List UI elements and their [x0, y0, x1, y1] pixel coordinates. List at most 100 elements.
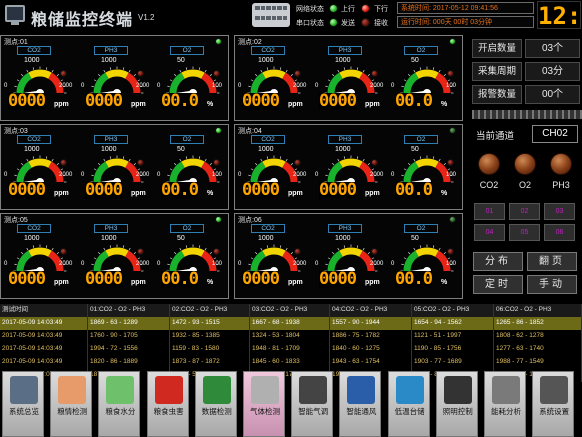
gauge-unit: ppm: [54, 101, 69, 108]
nav-label: 气体检测: [250, 407, 280, 416]
nav-button-lamp[interactable]: 照明控制: [435, 371, 478, 437]
lamp-icon: [443, 376, 472, 404]
gauge-readout: 00.0: [161, 91, 199, 111]
gauge-min-tick: 0: [4, 83, 8, 89]
timer-button[interactable]: 定时: [473, 275, 523, 294]
gauge-unit: ppm: [131, 190, 146, 197]
nav-button-gas[interactable]: 气体检测: [243, 371, 285, 437]
gauge-min-tick: 0: [315, 83, 319, 89]
station-grid: 测点:01 CO2 1000 0 2000 0000 ppm PH3 1000 0 2000 0000…: [0, 35, 466, 303]
station-panel[interactable]: 测点:01 CO2 1000 0 2000 0000 ppm PH3 1000 0 2000 0000…: [0, 35, 229, 121]
gauge-readout: 00.0: [161, 269, 199, 289]
reading-cell: 1277 - 63 - 1740: [494, 343, 582, 356]
gauge-min-tick: 0: [391, 83, 395, 89]
channel-button-01[interactable]: 01: [474, 203, 505, 220]
nav-button-window[interactable]: 智能通风: [339, 371, 382, 437]
reading-cell: 1667 - 68 - 1938: [250, 317, 330, 330]
station-panel[interactable]: 测点:05 CO2 1000 0 2000 0000 ppm PH3 1000 0 2000 0000…: [0, 213, 229, 299]
gauge-o2: O2 50 0 100 00.0%: [391, 223, 463, 299]
gauge-ph3: PH3 1000 0 2000 0000 ppm: [315, 45, 387, 121]
gauge-max-tick: 2000: [136, 172, 150, 178]
nav-button-snowflake[interactable]: 低温台储: [387, 371, 430, 437]
station-panel[interactable]: 测点:06 CO2 1000 0 2000 0000 ppm PH3 1000 0 2000 0000…: [234, 213, 463, 299]
table-row[interactable]: 2017-05-09 14:03:49 1994 - 72 - 1556 1159 …: [0, 343, 582, 356]
alarm-value[interactable]: 00个: [525, 85, 580, 104]
nav-button-gear[interactable]: 系统设置: [532, 371, 575, 437]
gauge-min-tick: 0: [315, 172, 319, 178]
page-turn-button[interactable]: 翻页: [527, 252, 577, 271]
gauge-ph3: PH3 1000 0 2000 0000 ppm: [315, 223, 387, 299]
gauge-ph3: PH3 1000 0 2000 0000 ppm: [81, 134, 153, 210]
gauge-alarm-led: [447, 159, 454, 166]
keyboard-icon[interactable]: [252, 3, 290, 27]
gauge-co2: CO2 1000 0 2000 0000 ppm: [238, 134, 310, 210]
energy-icon: [492, 376, 520, 404]
table-row[interactable]: 2017-05-09 14:03:49 1869 - 63 - 1289 1472 …: [0, 317, 582, 330]
run-time-label: 运行时间:: [401, 19, 431, 26]
reading-cell: 1159 - 83 - 1580: [170, 343, 250, 356]
lamp-label-co2: CO2: [479, 180, 499, 190]
gauge-unit: ppm: [365, 101, 380, 108]
nav-button-ladybug[interactable]: 粮食虫害: [146, 371, 189, 437]
channel-button-03[interactable]: 03: [544, 203, 575, 220]
gauge-max-tick: 100: [212, 172, 223, 178]
gauge-min-tick: 0: [238, 172, 242, 178]
reading-cell: 03:CO2 - O2 - PH3: [250, 304, 330, 317]
gauge-readout: 0000: [8, 91, 46, 111]
gauge-readout: 0000: [242, 91, 280, 111]
history-table: 测试时间 01:CO2 - O2 - PH3 02:CO2 - O2 - PH3 03…: [0, 304, 582, 382]
gauge-ph3: PH3 1000 0 2000 0000 ppm: [81, 223, 153, 299]
send-label: 发送: [341, 20, 355, 27]
table-header[interactable]: 测试时间 01:CO2 - O2 - PH3 02:CO2 - O2 - PH3 03…: [0, 304, 582, 317]
nav-label: 粮食水分: [105, 407, 136, 416]
reading-cell: 1324 - 53 - 1804: [250, 330, 330, 343]
current-channel-label: 当前通道: [476, 131, 515, 142]
nav-button-thermometer[interactable]: 粮情检测: [50, 371, 93, 437]
station-panel[interactable]: 测点:03 CO2 1000 0 2000 0000 ppm PH3 1000 0 2000 0000…: [0, 124, 229, 210]
station-panel[interactable]: 测点:04 CO2 1000 0 2000 0000 ppm PH3 1000 0 2000 0000…: [234, 124, 463, 210]
gauge-max-tick: 2000: [136, 261, 150, 267]
gauge-alarm-led: [213, 159, 220, 166]
gauge-min-tick: 0: [391, 261, 395, 267]
gauge-readout: 0000: [85, 269, 123, 289]
gauge-unit: %: [207, 190, 214, 197]
current-channel-value: CH02: [532, 125, 578, 143]
nav-button-test-tube[interactable]: 粮食水分: [98, 371, 141, 437]
time-cell: 测试时间: [0, 304, 88, 317]
nav-button-fan[interactable]: 智能气调: [291, 371, 334, 437]
gauge-readout: 0000: [319, 180, 357, 200]
nav-label: 系统总览: [9, 407, 39, 416]
reading-cell: 1873 - 87 - 1872: [170, 356, 250, 369]
gauge-min-tick: 0: [81, 83, 85, 89]
gauge-min-tick: 0: [238, 261, 242, 267]
digital-clock: 12:3: [537, 1, 582, 30]
reading-cell: 1557 - 90 - 1944: [330, 317, 412, 330]
open-count-value[interactable]: 03个: [525, 39, 580, 58]
gauge-min-tick: 0: [157, 172, 161, 178]
gauge-readout: 00.0: [395, 269, 433, 289]
time-cell: 2017-05-09 14:03:49: [0, 343, 88, 356]
nav-button-radar[interactable]: 数据检测: [194, 371, 237, 437]
channel-button-04[interactable]: 04: [474, 224, 505, 241]
gauge-unit: ppm: [54, 279, 69, 286]
gauge-max-tick: 2000: [293, 83, 307, 89]
app-title: 粮储监控终端: [31, 12, 134, 29]
gauge-o2: O2 50 0 100 00.0%: [157, 223, 229, 299]
receive-label: 接收: [374, 20, 388, 27]
table-row[interactable]: 2017-05-09 14:03:49 1760 - 90 - 1705 1932 …: [0, 330, 582, 343]
station-panel[interactable]: 测点:02 CO2 1000 0 2000 0000 ppm PH3 1000 0 2000 0000…: [234, 35, 463, 121]
co2-alarm-lamp-icon: [478, 153, 500, 175]
period-value[interactable]: 03分: [525, 62, 580, 81]
channel-button-05[interactable]: 05: [509, 224, 540, 241]
reading-cell: 1988 - 77 - 1549: [494, 356, 582, 369]
table-row[interactable]: 2017-05-09 14:03:49 1820 - 86 - 1889 1873 …: [0, 356, 582, 369]
channel-button-02[interactable]: 02: [509, 203, 540, 220]
distribution-button[interactable]: 分布: [473, 252, 523, 271]
nav-button-energy[interactable]: 能耗分析: [484, 371, 526, 437]
manual-button[interactable]: 手动: [527, 275, 577, 294]
system-time-label: 系统时间:: [401, 5, 431, 12]
station-online-led: [449, 127, 456, 134]
channel-button-06[interactable]: 06: [544, 224, 575, 241]
reading-cell: 1808 - 62 - 1278: [494, 330, 582, 343]
nav-button-monitor[interactable]: 系统总览: [2, 371, 44, 437]
